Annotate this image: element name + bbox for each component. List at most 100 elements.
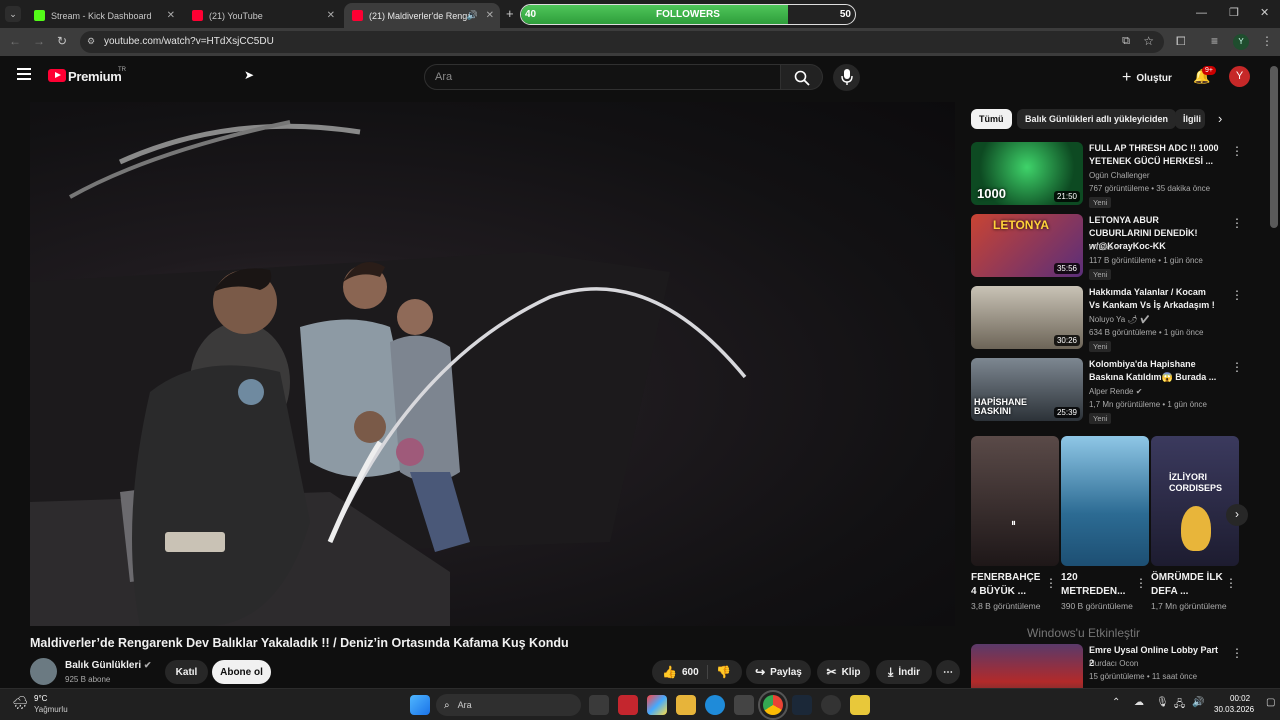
windows-start-icon[interactable] (410, 695, 430, 715)
speaker-icon[interactable]: 🔊 (467, 10, 478, 21)
short-video[interactable]: İZLİYORI CORDISEPS ÖMRÜMDE İLK DEFA ... … (1151, 436, 1239, 611)
recommended-video[interactable]: LETONYA 35:56 LETONYA ABUR CUBURLARINI D… (971, 214, 1256, 280)
weather-temp[interactable]: 9°C (34, 694, 47, 703)
close-icon[interactable]: ✕ (486, 10, 494, 21)
cast-icon[interactable]: ⧉ (1122, 35, 1130, 48)
recommended-video[interactable]: 30:26 Hakkımda Yalanlar / Kocam Vs Kanka… (971, 286, 1256, 352)
chip-related[interactable]: İlgili (1175, 109, 1205, 129)
logo-text[interactable]: Premium (68, 69, 122, 84)
close-icon[interactable]: ✕ (167, 10, 175, 21)
menu-icon[interactable] (17, 68, 31, 80)
profile-avatar[interactable]: Y (1233, 34, 1249, 50)
more-vertical-icon[interactable]: ⋮ (1231, 144, 1243, 158)
chevron-right-icon[interactable]: › (1218, 111, 1222, 126)
video-thumbnail[interactable]: 1000 21:50 (971, 142, 1083, 205)
obs-icon[interactable] (821, 695, 841, 715)
like-count[interactable]: 600 (682, 667, 699, 678)
forward-icon[interactable]: → (33, 34, 45, 48)
channel-name[interactable]: Balık Günlükleri ✔ (65, 660, 151, 671)
more-vertical-icon[interactable]: ⋮ (1225, 576, 1237, 590)
channel-name[interactable]: Alper Rende ✔ (1089, 387, 1142, 396)
short-thumbnail[interactable]: ⏸ (971, 436, 1059, 566)
minimize-icon[interactable]: — (1196, 7, 1207, 19)
channel-name[interactable]: HTalks ✔ (1089, 243, 1122, 252)
dislike-icon[interactable]: 👎 (716, 665, 731, 679)
search-input[interactable]: Ara (424, 64, 781, 90)
youtube-logo-icon[interactable] (48, 69, 66, 82)
media-controls-icon[interactable]: ≡ (1211, 34, 1218, 48)
more-vertical-icon[interactable]: ⋮ (1231, 360, 1243, 374)
app-icon[interactable] (850, 695, 870, 715)
user-avatar[interactable]: Y (1229, 66, 1250, 87)
chrome-icon[interactable] (758, 690, 788, 720)
recommended-video[interactable]: HAPİSHANE BASKINI 25:39 Kolombiya'da Hap… (971, 358, 1256, 424)
like-icon[interactable]: 👍 (662, 665, 677, 679)
video-thumbnail[interactable]: HAPİSHANE BASKINI 25:39 (971, 358, 1083, 421)
join-button[interactable]: Katıl (165, 660, 208, 684)
download-button[interactable]: ⤓ İndir (876, 660, 932, 684)
recommended-video[interactable]: 1000 21:50 FULL AP THRESH ADC !! 1000 YE… (971, 142, 1256, 208)
chip-all[interactable]: Tümü (971, 109, 1012, 129)
weather-desc[interactable]: Yağmurlu (34, 705, 68, 714)
volume-icon[interactable]: 🔊 (1192, 697, 1204, 708)
video-thumbnail[interactable]: 30:26 (971, 286, 1083, 349)
short-video[interactable]: ⏸ FENERBAHÇE 4 BÜYÜK ... 3,8 B görüntüle… (971, 436, 1059, 611)
channel-avatar[interactable] (30, 658, 57, 685)
video-title[interactable]: Kolombiya'da Hapishane Baskına Katıldım😱… (1089, 358, 1219, 384)
voice-search-button[interactable] (833, 64, 860, 91)
clock-time[interactable]: 00:02 (1230, 694, 1250, 703)
tab-search-button[interactable]: ⌄ (5, 6, 21, 22)
new-tab-icon[interactable]: + (506, 6, 514, 21)
tab-kick-dashboard[interactable]: Stream - Kick Dashboard ✕ (26, 3, 181, 28)
video-title[interactable]: FULL AP THRESH ADC !! 1000 YETENEK GÜCÜ … (1089, 142, 1219, 168)
create-button[interactable]: + Oluştur (1122, 69, 1172, 87)
app-icon[interactable] (618, 695, 638, 715)
tab-current-video[interactable]: (21) Maldiverler'de Rengare 🔊 ✕ (344, 3, 500, 28)
tab-youtube[interactable]: (21) YouTube ✕ (184, 3, 341, 28)
chevron-up-icon[interactable]: ⌃ (1112, 697, 1120, 708)
browser-menu-icon[interactable]: ⋮ (1261, 34, 1273, 48)
channel-name[interactable]: Ogün Challenger (1089, 171, 1149, 180)
share-button[interactable]: ↪ Paylaş (746, 660, 811, 684)
video-thumbnail[interactable]: LETONYA 35:56 (971, 214, 1083, 277)
tray-icon[interactable]: ☁ (1134, 697, 1144, 708)
channel-name[interactable]: Hurdacı Ocon (1089, 659, 1138, 668)
more-vertical-icon[interactable]: ⋮ (1231, 288, 1243, 302)
short-thumbnail[interactable]: İZLİYORI CORDISEPS (1151, 436, 1239, 566)
steam-icon[interactable] (792, 695, 812, 715)
video-player[interactable] (30, 102, 955, 626)
short-title[interactable]: 120 METREDEN... (1061, 571, 1135, 599)
search-button[interactable] (781, 64, 823, 90)
notification-center-icon[interactable]: ▢ (1266, 697, 1275, 708)
video-title[interactable]: Hakkımda Yalanlar / Kocam Vs Kankam Vs İ… (1089, 286, 1219, 312)
address-bar[interactable]: ⚙ youtube.com/watch?v=HTdXsjCC5DU ⧉ ☆ (80, 31, 1164, 53)
network-icon[interactable]: 🖧 (1174, 697, 1185, 714)
taskbar-search[interactable]: ⌕ Ara (436, 694, 581, 716)
more-vertical-icon[interactable]: ⋮ (1135, 576, 1147, 590)
subscribe-button[interactable]: Abone ol (212, 660, 271, 684)
shorts-next-button[interactable]: › (1226, 504, 1248, 526)
clock-date[interactable]: 30.03.2026 (1214, 705, 1254, 714)
more-vertical-icon[interactable]: ⋮ (1045, 576, 1057, 590)
reload-icon[interactable]: ↻ (57, 34, 67, 48)
clip-button[interactable]: ✂ Klip (817, 660, 870, 684)
store-icon[interactable] (734, 695, 754, 715)
short-title[interactable]: ÖMRÜMDE İLK DEFA ... (1151, 571, 1225, 599)
extensions-icon[interactable]: ⧠ (1176, 34, 1186, 49)
chip-from-uploader[interactable]: Balık Günlükleri adlı yükleyiciden (1017, 109, 1177, 129)
task-view-icon[interactable] (589, 695, 609, 715)
restore-icon[interactable]: ❐ (1229, 6, 1239, 19)
more-vertical-icon[interactable]: ⋮ (1231, 216, 1243, 230)
bookmark-star-icon[interactable]: ☆ (1143, 34, 1154, 48)
site-info-icon[interactable]: ⚙ (87, 36, 95, 47)
more-vertical-icon[interactable]: ⋮ (1231, 646, 1243, 660)
more-actions-button[interactable]: ⋯ (936, 660, 960, 684)
short-thumbnail[interactable] (1061, 436, 1149, 566)
microphone-icon[interactable]: 🎙 (1156, 697, 1169, 708)
copilot-icon[interactable] (647, 695, 667, 715)
file-explorer-icon[interactable] (676, 695, 696, 715)
back-icon[interactable]: ← (9, 34, 21, 48)
weather-icon[interactable]: 🌧 (12, 695, 29, 711)
edge-icon[interactable] (705, 695, 725, 715)
short-title[interactable]: FENERBAHÇE 4 BÜYÜK ... (971, 571, 1045, 599)
